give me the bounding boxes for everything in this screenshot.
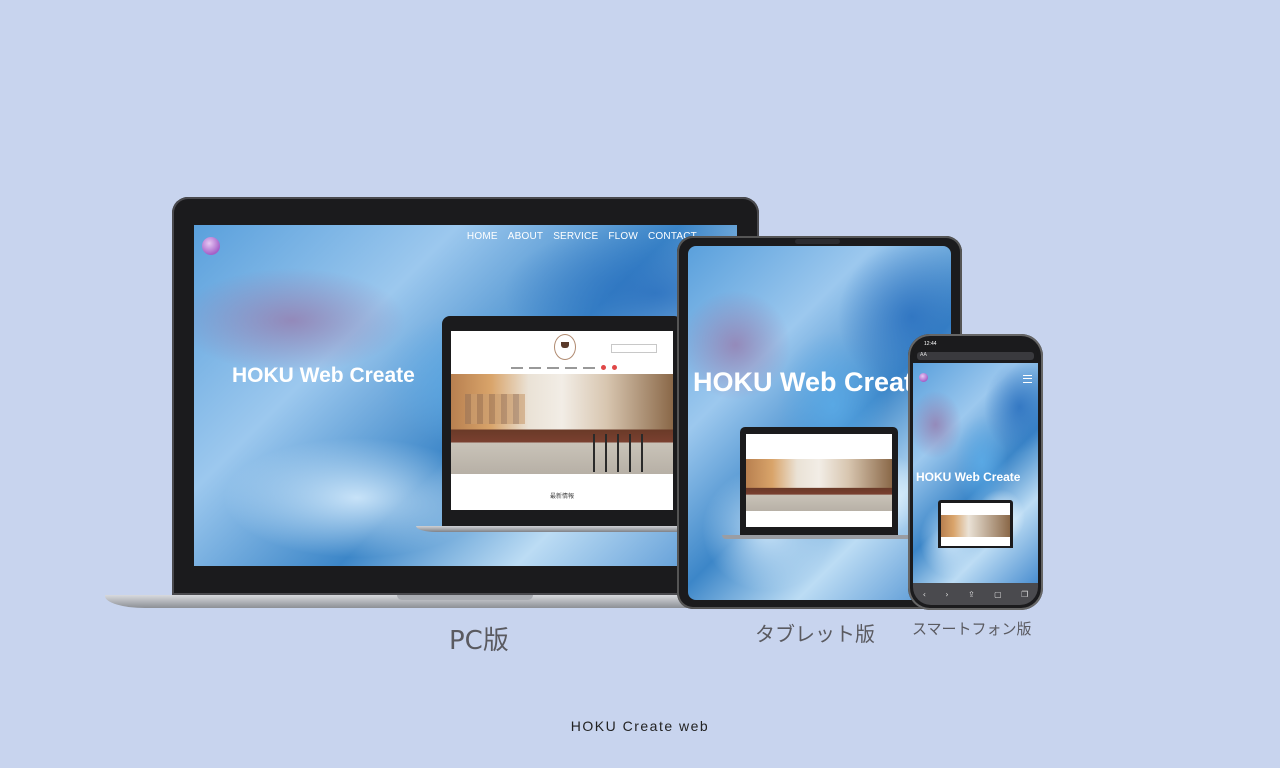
site-logo-icon[interactable] (919, 373, 928, 382)
cafe-logo-icon (554, 334, 576, 360)
laptop-notch (397, 595, 533, 600)
status-time: 12:44 (924, 341, 937, 347)
cafe-photo (451, 374, 673, 474)
nav-about[interactable]: ABOUT (508, 231, 543, 242)
url-bar-label: AA (920, 352, 927, 358)
hamburger-menu-icon[interactable] (1023, 375, 1032, 383)
back-icon[interactable]: ‹ (923, 590, 926, 599)
bookmarks-icon[interactable]: ▢ (994, 590, 1002, 599)
tabs-icon[interactable]: ❐ (1021, 590, 1028, 599)
social-icon (612, 365, 617, 370)
nav-service[interactable]: SERVICE (553, 231, 598, 242)
portfolio-laptop-image: 最新情報 (442, 316, 682, 526)
caption-smartphone: スマートフォン版 (912, 620, 1032, 638)
site-logo-icon[interactable] (202, 237, 220, 255)
portfolio-laptop-base (416, 526, 706, 532)
status-bar: 12:44 (913, 339, 1038, 351)
caption-tablet: タブレット版 (755, 622, 875, 646)
smartphone-screen: 12:44 AA HOKU Web Create ‹ › ⇪ ▢ ❐ (913, 339, 1038, 605)
smartphone-mockup: 12:44 AA HOKU Web Create ‹ › ⇪ ▢ ❐ (908, 334, 1043, 610)
search-box (611, 344, 657, 353)
smartphone-portfolio-laptop-image (938, 500, 1013, 548)
smartphone-viewport: HOKU Web Create (913, 363, 1038, 583)
tablet-hero-title: HOKU Web Create (693, 367, 929, 397)
laptop-screen: HOME ABOUT SERVICE FLOW CONTACT HOKU Web… (194, 225, 737, 566)
tablet-camera (795, 239, 840, 244)
laptop-mockup: HOME ABOUT SERVICE FLOW CONTACT HOKU Web… (172, 197, 759, 595)
hero-title: HOKU Web Create (232, 364, 415, 387)
browser-toolbar: ‹ › ⇪ ▢ ❐ (913, 583, 1038, 605)
cafe-photo (941, 515, 1010, 537)
share-icon[interactable]: ⇪ (968, 590, 975, 599)
preview-nav (511, 365, 617, 370)
nav-flow[interactable]: FLOW (608, 231, 638, 242)
caption-pc: PC版 (449, 626, 509, 656)
preview-caption: 最新情報 (549, 493, 574, 500)
tablet-portfolio-laptop-base (722, 535, 916, 539)
nav-home[interactable]: HOME (467, 231, 498, 242)
cafe-photo (746, 459, 892, 511)
portfolio-site-preview: 最新情報 (451, 331, 673, 510)
tablet-portfolio-laptop-image (740, 427, 898, 535)
footer-text: HOKU Create web (570, 718, 710, 734)
url-bar[interactable]: AA (917, 352, 1034, 360)
site-nav: HOME ABOUT SERVICE FLOW CONTACT (467, 231, 697, 242)
smartphone-hero-title: HOKU Web Create (916, 470, 1021, 484)
forward-icon[interactable]: › (945, 590, 948, 599)
social-icon (601, 365, 606, 370)
